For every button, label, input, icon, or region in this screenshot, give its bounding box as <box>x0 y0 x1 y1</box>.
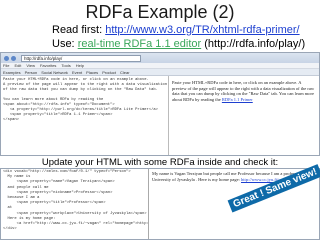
read-first-label: Read first: <box>52 24 103 36</box>
browser-panes: Paste your HTML+RDFa code in here, or cl… <box>1 76 319 155</box>
preview-pane: Paste your HTML+RDFa code in here, or cl… <box>169 76 319 155</box>
menu-help[interactable]: Help <box>76 63 84 68</box>
tab-event[interactable]: Event <box>72 70 82 75</box>
example-tabs: Examples Person Social Network Event Pla… <box>1 69 319 76</box>
forward-icon[interactable] <box>11 55 16 61</box>
code-input-pane[interactable]: Paste your HTML+RDFa code in here, or cl… <box>1 76 169 155</box>
tab-clear[interactable]: Clear <box>120 70 130 75</box>
browser-screenshot: http://rdfa.info/play/ File Edit View Fa… <box>0 52 320 156</box>
address-bar[interactable]: http://rdfa.info/play/ <box>21 54 141 62</box>
browser-toolbar: http://rdfa.info/play/ <box>1 53 319 63</box>
menu-view[interactable]: View <box>26 63 35 68</box>
menu-favorites[interactable]: Favorites <box>40 63 56 68</box>
menu-file[interactable]: File <box>3 63 9 68</box>
primer-link[interactable]: RDFa 1.1 Primer <box>222 97 253 102</box>
read-first-row: Read first: http://www.w3.org/TR/xhtml-r… <box>52 24 300 36</box>
tab-examples[interactable]: Examples <box>3 70 21 75</box>
editor-url: (http://rdfa.info/play/) <box>204 38 306 50</box>
tab-social-network[interactable]: Social Network <box>41 70 68 75</box>
menu-tools[interactable]: Tools <box>61 63 70 68</box>
back-icon[interactable] <box>4 55 9 61</box>
use-row: Use: real-time RDFa 1.1 editor (http://r… <box>52 38 305 50</box>
rdfa-code-pane[interactable]: <div vocab="http://xmlns.com/foaf/0.1/" … <box>1 169 149 239</box>
editor-screenshot: <div vocab="http://xmlns.com/foaf/0.1/" … <box>0 168 320 240</box>
read-first-link[interactable]: http://www.w3.org/TR/xhtml-rdfa-primer/ <box>105 24 299 36</box>
use-label: Use: <box>52 38 75 50</box>
menu-edit[interactable]: Edit <box>14 63 21 68</box>
tab-product[interactable]: Product <box>102 70 116 75</box>
tab-person[interactable]: Person <box>25 70 38 75</box>
editor-link[interactable]: real-time RDFa 1.1 editor <box>78 38 202 50</box>
update-instruction: Update your HTML with some RDFa inside a… <box>41 157 279 168</box>
tab-places[interactable]: Places <box>86 70 98 75</box>
slide-title: RDFa Example (2) <box>85 1 235 22</box>
